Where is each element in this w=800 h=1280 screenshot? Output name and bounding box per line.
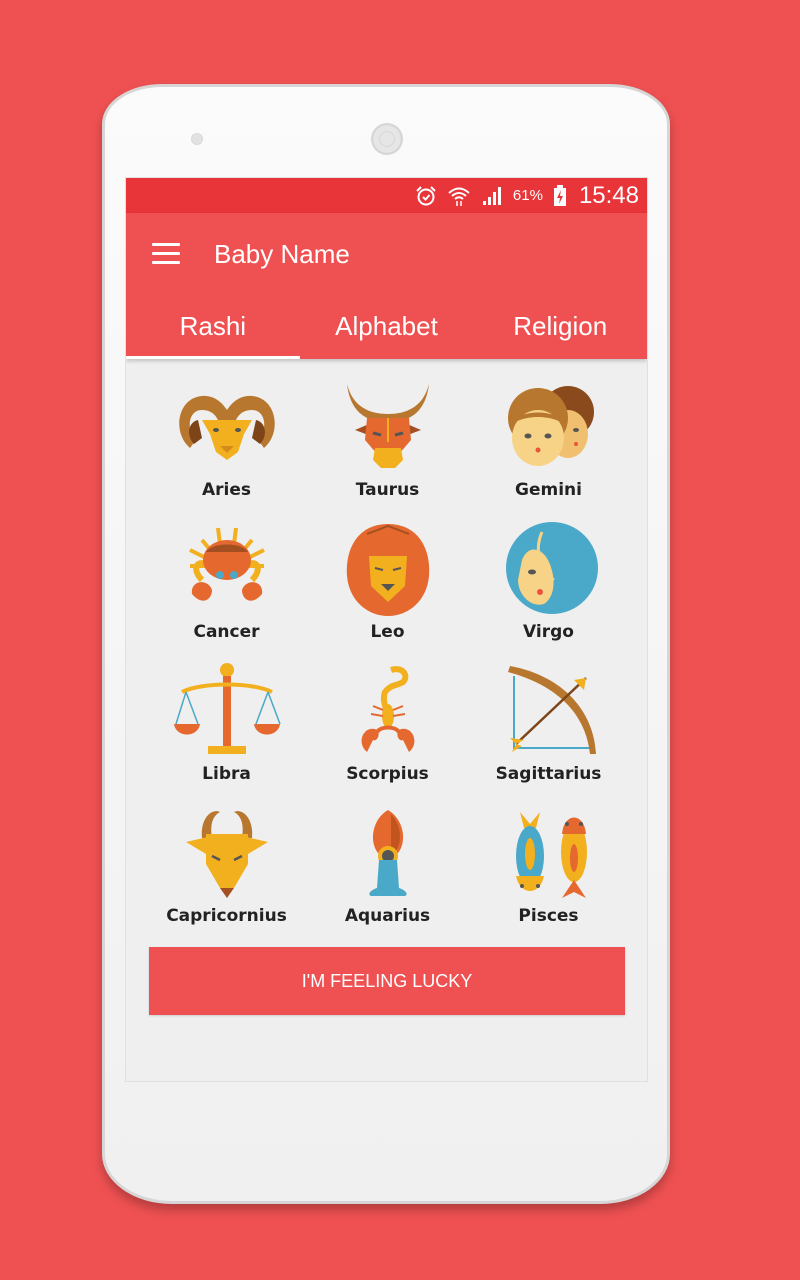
battery-charging-icon — [553, 184, 566, 206]
sign-label: Scorpius — [346, 764, 429, 784]
maiden-icon — [505, 522, 598, 614]
app-title: Baby Name — [214, 239, 350, 269]
earpiece-speaker — [371, 123, 403, 155]
bull-icon — [346, 384, 429, 468]
tab-rashi[interactable]: Rashi — [126, 295, 300, 359]
sign-cancer[interactable]: Cancer — [146, 520, 307, 646]
sign-scorpius[interactable]: Scorpius — [307, 662, 468, 788]
sign-label: Capricornius — [166, 906, 287, 926]
app-toolbar: Baby Name Rashi Alphabet Religion — [126, 213, 647, 359]
sign-aquarius[interactable]: Aquarius — [307, 804, 468, 930]
sign-label: Aquarius — [344, 906, 431, 926]
scorpion-icon — [361, 666, 414, 752]
sign-label: Aries — [201, 480, 252, 500]
tab-religion[interactable]: Religion — [473, 295, 647, 359]
clock: 15:48 — [578, 181, 639, 209]
battery-percentage: 61% — [512, 187, 543, 204]
sign-virgo[interactable]: Virgo — [468, 520, 629, 646]
scales-icon — [173, 663, 281, 754]
sign-label: Virgo — [523, 622, 574, 642]
feeling-lucky-button[interactable]: I'M FEELING LUCKY — [149, 947, 625, 1015]
sign-aries[interactable]: Aries — [146, 378, 307, 504]
alarm-icon — [416, 185, 436, 205]
sign-label: Gemini — [515, 480, 582, 500]
rashi-grid: Aries Taurus Gemini Cancer Leo Virgo Lib… — [146, 378, 629, 930]
crab-icon — [188, 527, 265, 601]
signal-icon — [482, 186, 501, 205]
bow-arrow-icon — [507, 666, 596, 754]
app-screen: 61% 15:48 Baby Name Rashi Alphabet Relig… — [125, 177, 648, 1082]
front-sensor — [191, 133, 203, 145]
tab-bar: Rashi Alphabet Religion — [126, 295, 647, 359]
sign-label: Taurus — [355, 480, 420, 500]
sign-libra[interactable]: Libra — [146, 662, 307, 788]
water-jar-icon — [368, 810, 407, 896]
wifi-icon — [448, 187, 470, 206]
sign-label: Cancer — [193, 622, 260, 642]
goat-icon — [185, 811, 268, 898]
sign-gemini[interactable]: Gemini — [468, 378, 629, 504]
lion-icon — [346, 524, 429, 616]
sign-label: Sagittarius — [495, 764, 602, 784]
twins-icon — [507, 386, 594, 466]
tab-alphabet[interactable]: Alphabet — [300, 295, 474, 359]
sign-pisces[interactable]: Pisces — [468, 804, 629, 930]
sign-label: Leo — [370, 622, 405, 642]
sign-leo[interactable]: Leo — [307, 520, 468, 646]
ram-icon — [178, 395, 275, 460]
status-bar: 61% 15:48 — [126, 178, 647, 213]
hamburger-menu-icon[interactable] — [152, 243, 180, 267]
sign-label: Libra — [202, 764, 251, 784]
sign-sagittarius[interactable]: Sagittarius — [468, 662, 629, 788]
sign-label: Pisces — [518, 906, 579, 926]
sign-taurus[interactable]: Taurus — [307, 378, 468, 504]
fish-icon — [515, 812, 587, 898]
sign-capricornius[interactable]: Capricornius — [146, 804, 307, 930]
